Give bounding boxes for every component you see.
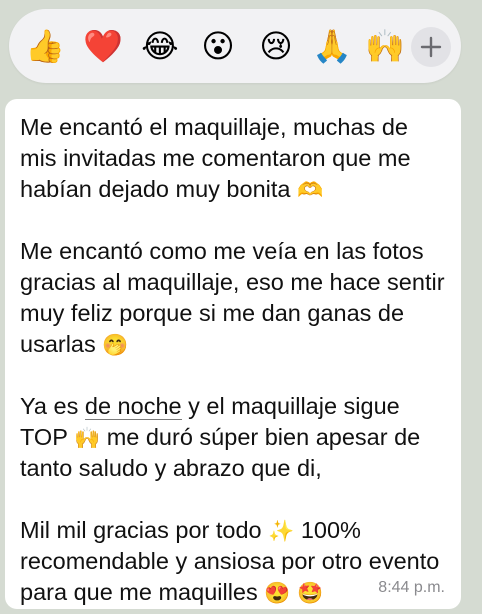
raising-hands-emoji: 🙌 bbox=[74, 427, 101, 450]
message-text: Me encantó como me veía en las fotos gra… bbox=[20, 238, 445, 357]
heart-eyes-emoji: 😍 bbox=[264, 582, 291, 605]
message-text: Ya es bbox=[20, 393, 79, 419]
date-link[interactable]: de noche bbox=[84, 393, 182, 420]
crying-face-reaction[interactable]: 😢 bbox=[250, 9, 302, 83]
thumbs-up-reaction[interactable]: 👍 bbox=[19, 9, 71, 83]
message-timestamp: 8:44 p.m. bbox=[378, 579, 445, 596]
message-paragraph: Me encantó el maquillaje, muchas de mis … bbox=[20, 112, 449, 205]
surprised-face-reaction[interactable]: 😮 bbox=[192, 9, 244, 83]
raising-hand-reaction[interactable]: 🙌 bbox=[359, 9, 411, 83]
reaction-bar: 👍 ❤️ 😂 😮 😢 🙏 🙌 bbox=[9, 9, 461, 83]
heart-hands-emoji: 🫶 bbox=[297, 179, 324, 202]
folded-hands-reaction[interactable]: 🙏 bbox=[306, 9, 358, 83]
message-paragraph: Ya es de noche y el maquillaje sigue TOP… bbox=[20, 391, 449, 484]
plus-icon bbox=[420, 36, 442, 58]
add-reaction-button[interactable] bbox=[411, 27, 451, 67]
sparkles-emoji: ✨ bbox=[268, 520, 295, 543]
message-paragraph: Me encantó como me veía en las fotos gra… bbox=[20, 236, 449, 360]
message-text: Mil mil gracias por todo bbox=[20, 517, 262, 543]
red-heart-reaction[interactable]: ❤️ bbox=[77, 9, 129, 83]
hand-over-mouth-emoji: 🤭 bbox=[102, 334, 129, 357]
star-struck-emoji: 🤩 bbox=[296, 582, 324, 605]
tears-of-joy-reaction[interactable]: 😂 bbox=[134, 9, 186, 83]
message-bubble[interactable]: Me encantó el maquillaje, muchas de mis … bbox=[5, 99, 461, 609]
message-text: Me encantó el maquillaje, muchas de mis … bbox=[20, 114, 411, 202]
